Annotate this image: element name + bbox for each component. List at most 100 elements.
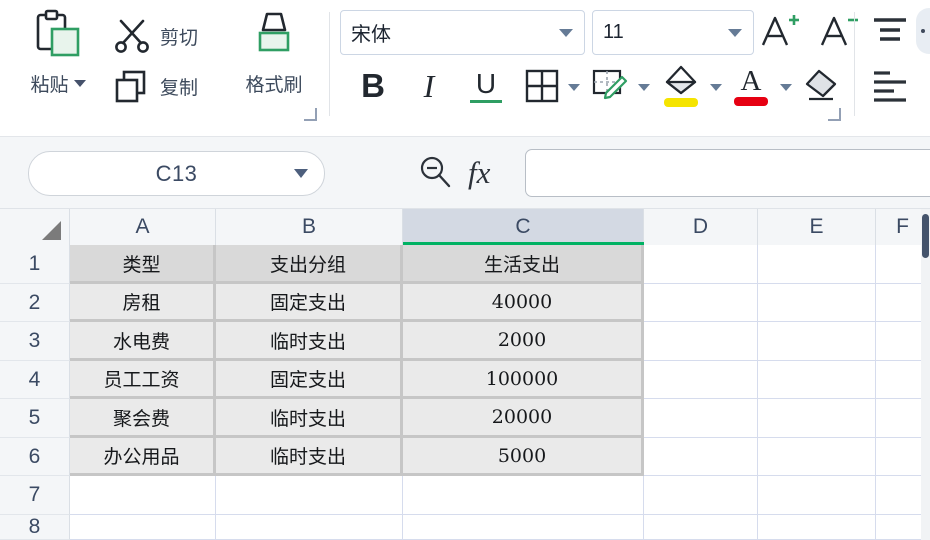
name-box[interactable]: C13 bbox=[28, 151, 325, 196]
cell-c3[interactable]: 2000 bbox=[403, 322, 644, 361]
cell-style-button[interactable] bbox=[587, 64, 633, 110]
dialog-launcher-icon[interactable] bbox=[304, 108, 317, 121]
cell-b3[interactable]: 临时支出 bbox=[216, 322, 403, 361]
cell-a7[interactable] bbox=[70, 476, 216, 515]
cell-e8[interactable] bbox=[758, 515, 876, 540]
vertical-scroll-thumb[interactable] bbox=[922, 214, 929, 258]
row-header-4[interactable]: 4 bbox=[0, 361, 70, 399]
cell-d6[interactable] bbox=[644, 438, 758, 476]
cell-e1[interactable] bbox=[758, 245, 876, 284]
font-color-caret-down-icon[interactable] bbox=[780, 84, 792, 91]
cell-b7[interactable] bbox=[216, 476, 403, 515]
cell-c8[interactable] bbox=[403, 515, 644, 540]
format-painter-label-wrap: 格式刷 bbox=[245, 70, 302, 97]
row-header-7[interactable]: 7 bbox=[0, 476, 70, 515]
row-header-2[interactable]: 2 bbox=[0, 284, 70, 322]
cell-d8[interactable] bbox=[644, 515, 758, 540]
caret-down-icon[interactable] bbox=[73, 80, 86, 87]
row-header-5[interactable]: 5 bbox=[0, 399, 70, 438]
italic-button[interactable]: I bbox=[408, 64, 450, 108]
dialog-launcher-icon[interactable] bbox=[828, 108, 841, 121]
clear-format-button[interactable] bbox=[798, 64, 844, 110]
cell-d2[interactable] bbox=[644, 284, 758, 322]
cell-e7[interactable] bbox=[758, 476, 876, 515]
cell-d7[interactable] bbox=[644, 476, 758, 515]
cell-c2[interactable]: 40000 bbox=[403, 284, 644, 322]
bold-button[interactable]: B bbox=[352, 64, 394, 108]
cell-c1[interactable]: 生活支出 bbox=[403, 245, 644, 284]
cell-a1[interactable]: 类型 bbox=[70, 245, 216, 284]
ribbon-toolbar: 粘贴 剪切 复制 格式刷 宋体 11 B I U A bbox=[0, 0, 930, 137]
cell-style-caret-down-icon[interactable] bbox=[638, 84, 650, 91]
column-header-e[interactable]: E bbox=[758, 209, 876, 245]
cell-c7[interactable] bbox=[403, 476, 644, 515]
search-minus-icon[interactable] bbox=[418, 155, 452, 189]
borders-caret-down-icon[interactable] bbox=[568, 84, 580, 91]
cell-a5[interactable]: 聚会费 bbox=[70, 399, 216, 438]
cell-d3[interactable] bbox=[644, 322, 758, 361]
select-all-corner-icon bbox=[42, 221, 61, 240]
row-header-8-label: 8 bbox=[28, 515, 41, 538]
cell-a6[interactable]: 办公用品 bbox=[70, 438, 216, 476]
overflow-tray-dot-icon bbox=[921, 29, 925, 33]
column-header-d[interactable]: D bbox=[644, 209, 758, 245]
copy-button-label: 复制 bbox=[160, 77, 199, 99]
column-header-a-label: A bbox=[135, 215, 150, 238]
row-header-3[interactable]: 3 bbox=[0, 322, 70, 361]
column-header-b[interactable]: B bbox=[216, 209, 403, 245]
caret-down-icon[interactable] bbox=[559, 28, 573, 37]
column-header-c[interactable]: C bbox=[403, 209, 644, 245]
row-header-6[interactable]: 6 bbox=[0, 438, 70, 476]
underline-button[interactable]: U bbox=[463, 62, 509, 110]
cell-e2[interactable] bbox=[758, 284, 876, 322]
caret-down-icon[interactable] bbox=[294, 169, 308, 178]
cell-b4[interactable]: 固定支出 bbox=[216, 361, 403, 399]
increase-font-size-button[interactable] bbox=[755, 6, 805, 56]
underline-label: U bbox=[475, 67, 497, 99]
paste-button[interactable]: 粘贴 bbox=[14, 8, 102, 112]
cell-a8[interactable] bbox=[70, 515, 216, 540]
cell-d1[interactable] bbox=[644, 245, 758, 284]
cell-e3[interactable] bbox=[758, 322, 876, 361]
cell-c4[interactable]: 100000 bbox=[403, 361, 644, 399]
row-header-4-label: 4 bbox=[28, 367, 41, 391]
cell-b1[interactable]: 支出分组 bbox=[216, 245, 403, 284]
font-color-button[interactable]: A bbox=[728, 62, 774, 110]
spreadsheet-grid: A B C D E F 1 2 3 4 5 6 7 8 类型 支出分组 生活支出… bbox=[0, 209, 930, 540]
paste-button-label-wrap: 粘贴 bbox=[30, 70, 86, 97]
cell-e5[interactable] bbox=[758, 399, 876, 438]
vertical-scrollbar[interactable] bbox=[921, 209, 930, 540]
row-header-8[interactable]: 8 bbox=[0, 515, 70, 540]
cell-b2[interactable]: 固定支出 bbox=[216, 284, 403, 322]
cell-a3[interactable]: 水电费 bbox=[70, 322, 216, 361]
font-family-select[interactable]: 宋体 bbox=[340, 10, 585, 55]
fill-color-caret-down-icon[interactable] bbox=[710, 84, 722, 91]
cell-b6[interactable]: 临时支出 bbox=[216, 438, 403, 476]
cell-b5[interactable]: 临时支出 bbox=[216, 399, 403, 438]
cell-e6[interactable] bbox=[758, 438, 876, 476]
cell-d4[interactable] bbox=[644, 361, 758, 399]
caret-down-icon[interactable] bbox=[728, 28, 742, 37]
copy-button[interactable]: 复制 bbox=[112, 66, 198, 106]
row-header-1[interactable]: 1 bbox=[0, 245, 70, 284]
cut-button[interactable]: 剪切 bbox=[112, 16, 198, 56]
formula-input[interactable] bbox=[525, 149, 930, 197]
cell-b8[interactable] bbox=[216, 515, 403, 540]
align-justify-button[interactable] bbox=[866, 64, 914, 108]
cell-a4[interactable]: 员工工资 bbox=[70, 361, 216, 399]
cell-c5[interactable]: 20000 bbox=[403, 399, 644, 438]
cell-style-pencil-icon bbox=[592, 69, 628, 100]
align-top-button[interactable] bbox=[866, 10, 914, 54]
borders-button[interactable] bbox=[520, 64, 564, 108]
column-header-a[interactable]: A bbox=[70, 209, 216, 245]
fx-icon[interactable]: fx bbox=[468, 157, 490, 188]
font-size-select[interactable]: 11 bbox=[592, 10, 754, 55]
cell-c6[interactable]: 5000 bbox=[403, 438, 644, 476]
fill-color-button[interactable] bbox=[657, 62, 705, 110]
cell-a2[interactable]: 房租 bbox=[70, 284, 216, 322]
paste-button-label: 粘贴 bbox=[30, 75, 69, 96]
cell-d5[interactable] bbox=[644, 399, 758, 438]
select-all-button[interactable] bbox=[0, 209, 70, 245]
format-painter-button[interactable]: 格式刷 bbox=[228, 8, 320, 112]
cell-e4[interactable] bbox=[758, 361, 876, 399]
